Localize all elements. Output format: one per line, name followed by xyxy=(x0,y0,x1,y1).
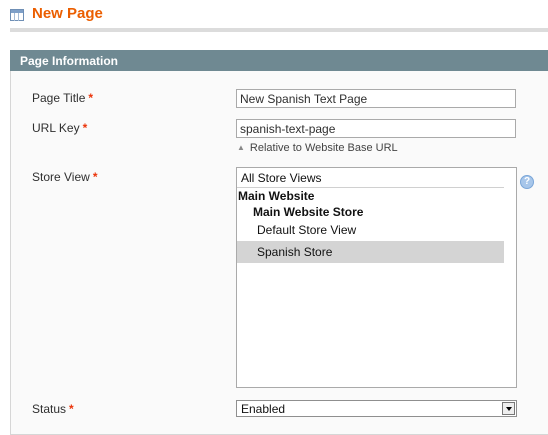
store-option-all[interactable]: All Store Views xyxy=(237,168,504,188)
url-key-label-text: URL Key xyxy=(32,121,80,135)
page-title-label: Page Title * xyxy=(32,91,93,105)
options-divider xyxy=(237,187,504,188)
required-marker: * xyxy=(69,402,74,416)
dropdown-arrow-icon[interactable] xyxy=(502,402,515,415)
store-view-label: Store View * xyxy=(32,170,97,184)
fieldset-legend: Page Information xyxy=(10,50,548,71)
optgroup-main-website-store: Main Website Store xyxy=(253,205,364,219)
url-key-note-text: Relative to Website Base URL xyxy=(249,142,398,154)
required-marker: * xyxy=(82,121,88,135)
url-key-note: ▲ Relative to Website Base URL xyxy=(237,142,398,154)
help-icon[interactable]: ? xyxy=(520,175,534,189)
status-selected-value: Enabled xyxy=(241,402,286,416)
store-view-label-text: Store View xyxy=(32,170,90,184)
store-option-default[interactable]: Default Store View xyxy=(237,220,504,240)
note-arrow-icon: ▲ xyxy=(237,143,245,152)
required-marker: * xyxy=(88,91,94,105)
page-title-label-text: Page Title xyxy=(32,91,86,105)
url-key-input[interactable] xyxy=(236,119,516,138)
store-view-multiselect[interactable]: All Store Views Main Website Main Websit… xyxy=(236,167,517,388)
url-key-label: URL Key * xyxy=(32,121,87,135)
header-divider xyxy=(10,28,548,32)
required-marker: * xyxy=(92,170,98,184)
status-label: Status * xyxy=(32,402,74,416)
status-select[interactable]: Enabled xyxy=(236,400,517,417)
page-header: New Page xyxy=(0,0,548,34)
cms-page-icon xyxy=(10,9,24,21)
page-title: New Page xyxy=(32,5,103,22)
optgroup-main-website: Main Website xyxy=(238,189,315,203)
multiselect-scrollbar[interactable] xyxy=(504,168,516,387)
store-option-spanish[interactable]: Spanish Store xyxy=(237,241,504,263)
page-title-input[interactable] xyxy=(236,89,516,108)
status-label-text: Status xyxy=(32,402,67,416)
